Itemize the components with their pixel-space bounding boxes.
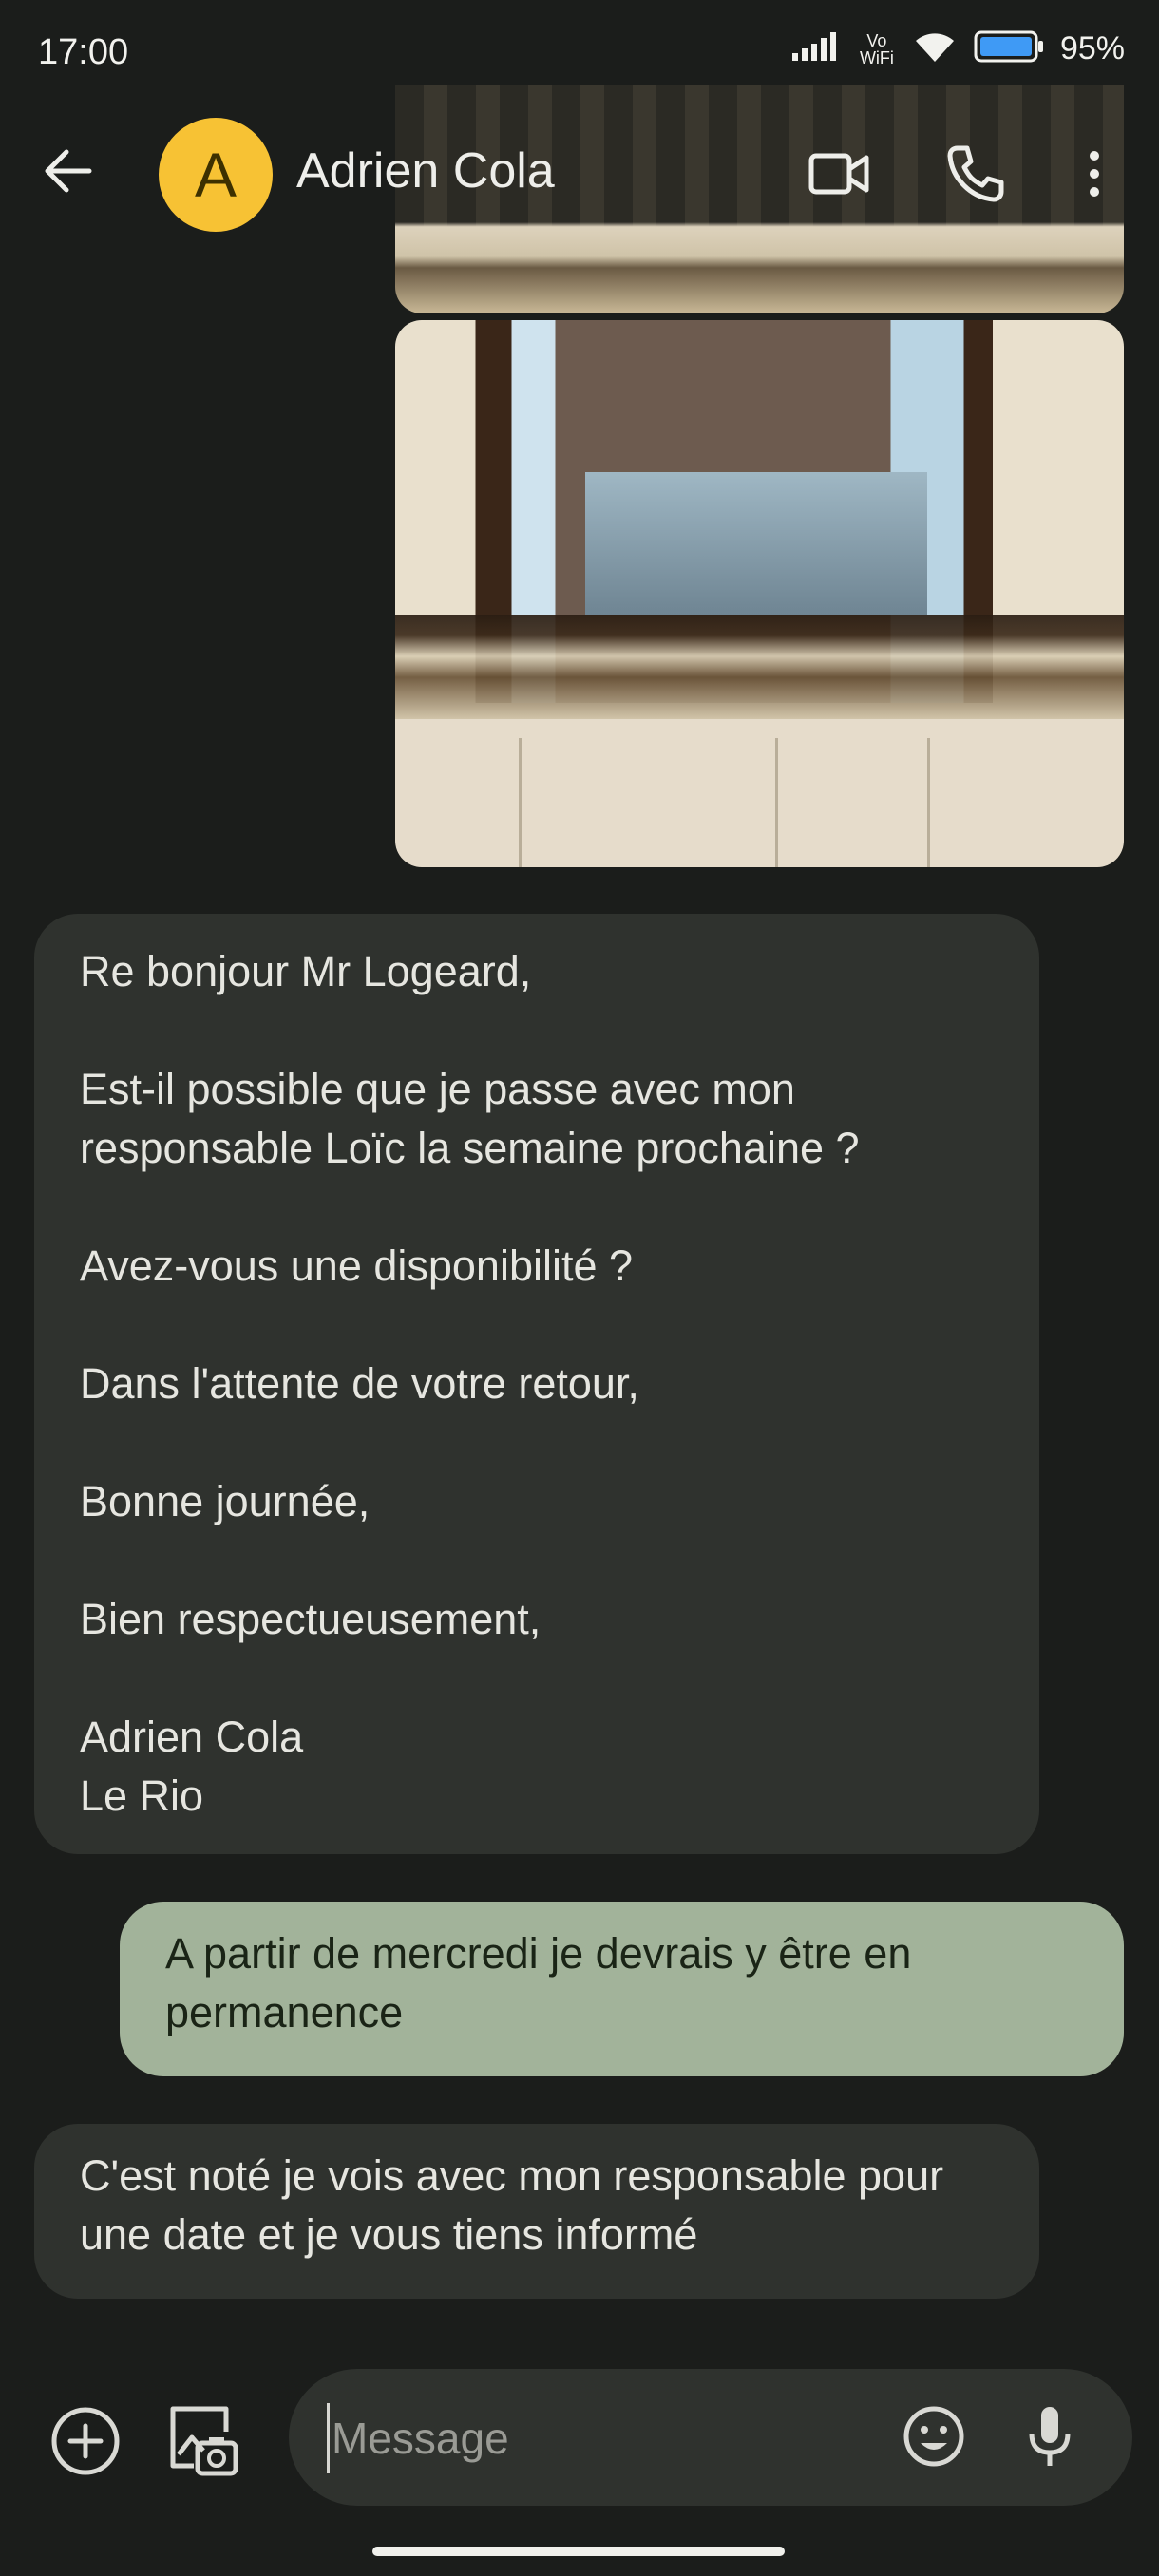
emoji-icon: [903, 2406, 964, 2467]
call-button[interactable]: [944, 142, 1007, 205]
home-indicator[interactable]: [372, 2547, 785, 2556]
video-call-button[interactable]: [808, 142, 870, 205]
wifi-icon: [912, 29, 958, 68]
phone-icon: [947, 145, 1004, 202]
signal-icon: [790, 30, 842, 67]
battery-icon: [973, 28, 1045, 69]
mic-icon: [1029, 2407, 1071, 2466]
more-vert-icon: [1090, 151, 1099, 197]
add-circle-icon: [51, 2407, 120, 2475]
message-input[interactable]: [327, 2403, 865, 2473]
status-icons: Vo WiFi 95%: [790, 28, 1125, 69]
back-button[interactable]: [38, 141, 122, 209]
photo-detail: [927, 738, 930, 867]
add-attachment-button[interactable]: [49, 2405, 122, 2477]
contact-name[interactable]: Adrien Cola: [296, 142, 555, 199]
photo-detail: [585, 472, 927, 615]
photo-attachment[interactable]: [395, 320, 1124, 867]
message-bubble-incoming[interactable]: Re bonjour Mr Logeard, Est-il possible q…: [34, 914, 1039, 1854]
vowifi-label: Vo WiFi: [859, 30, 894, 67]
status-time: 17:00: [38, 32, 129, 72]
photo-detail: [395, 615, 1124, 719]
photo-detail: [519, 738, 522, 867]
message-bubble-outgoing[interactable]: A partir de mercredi je devrais y être e…: [120, 1902, 1124, 2076]
emoji-button[interactable]: [901, 2403, 967, 2470]
back-arrow-icon: [45, 149, 92, 193]
photo-attachment[interactable]: [395, 85, 1124, 313]
gallery-icon: [170, 2406, 238, 2476]
photo-detail: [775, 738, 778, 867]
video-call-icon: [808, 153, 869, 195]
more-options-button[interactable]: [1075, 142, 1113, 205]
voice-input-button[interactable]: [1026, 2403, 1074, 2472]
gallery-button[interactable]: [165, 2401, 239, 2479]
avatar[interactable]: A: [159, 118, 273, 232]
message-bubble-incoming[interactable]: C'est noté je vois avec mon responsable …: [34, 2124, 1039, 2299]
battery-percent: 95%: [1059, 30, 1125, 66]
